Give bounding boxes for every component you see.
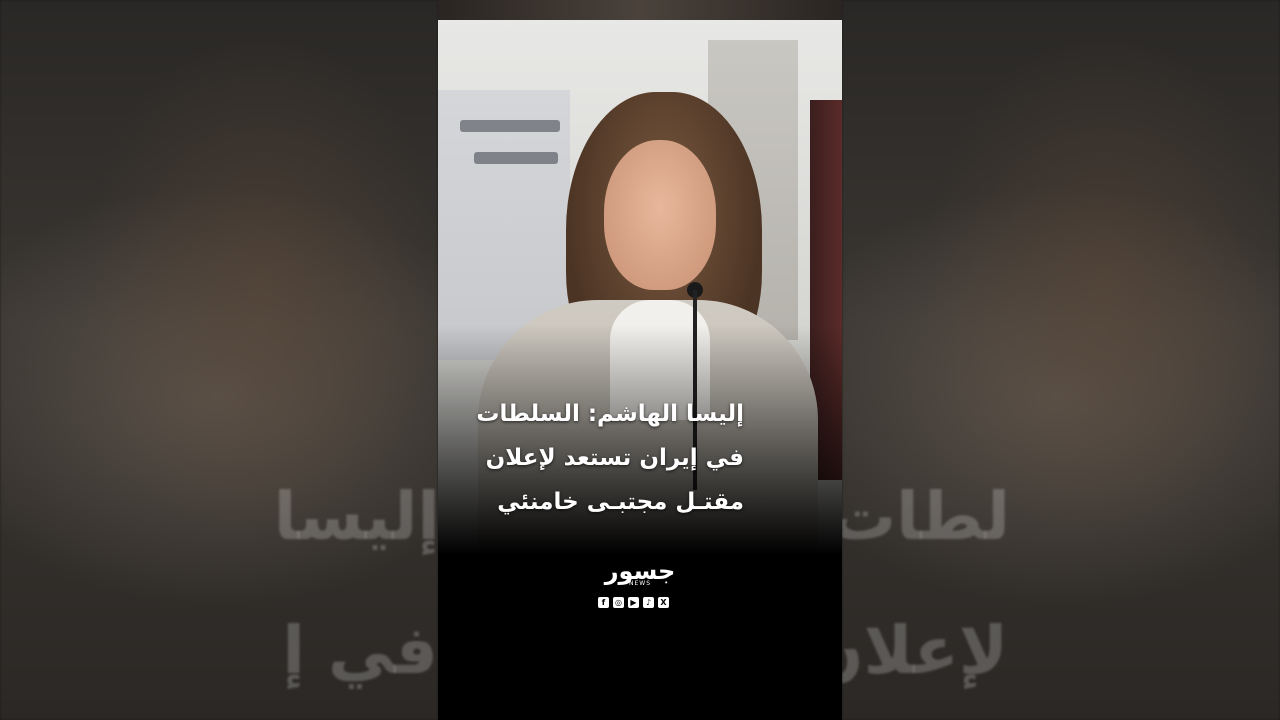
social-icons: f ◎ ▶ ♪ X xyxy=(598,597,669,608)
ghost-text: إليسا xyxy=(273,478,438,555)
video-frame[interactable]: إليسا الهاشم: السلطات في إيران تستعد لإع… xyxy=(438,0,842,720)
tiktok-icon: ♪ xyxy=(643,597,654,608)
face xyxy=(604,140,716,290)
brand-logo: جسور NEWS xyxy=(598,558,682,587)
blurred-left-panel: إليسا في إ xyxy=(0,0,438,720)
blurred-right-panel: لطات لإعلان xyxy=(842,0,1280,720)
youtube-icon: ▶ xyxy=(628,597,639,608)
ghost-text: في إ xyxy=(282,612,438,689)
facebook-icon: f xyxy=(598,597,609,608)
sign-text-bar xyxy=(460,120,560,132)
x-icon: X xyxy=(658,597,669,608)
ghost-text: لإعلان xyxy=(842,612,1008,689)
ghost-text: لطات xyxy=(842,478,1010,555)
headline: إليسا الهاشم: السلطات في إيران تستعد لإع… xyxy=(444,392,744,524)
instagram-icon: ◎ xyxy=(613,597,624,608)
sign-text-bar xyxy=(474,152,558,164)
headline-line: مقتـل مجتبـى خامنئي xyxy=(497,489,744,515)
headline-line: إليسا الهاشم: السلطات xyxy=(476,401,744,427)
headline-line: في إيران تستعد لإعلان xyxy=(485,445,744,471)
ceiling xyxy=(438,0,842,20)
